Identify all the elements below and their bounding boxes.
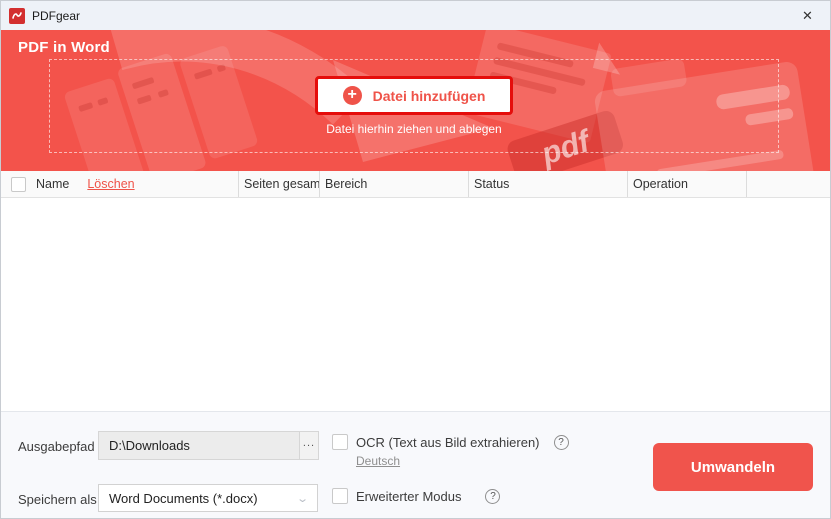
column-empty (746, 171, 830, 197)
output-path-group: ... (98, 431, 319, 460)
convert-button[interactable]: Umwandeln (653, 443, 813, 491)
column-range: Bereich (319, 171, 468, 197)
drop-hint-text: Datei hierhin ziehen und ablegen (326, 122, 502, 136)
save-as-label: Speichern als (18, 492, 97, 507)
app-icon (9, 7, 25, 24)
ocr-help-icon[interactable]: ? (553, 434, 569, 450)
add-file-button[interactable]: + Datei hinzufügen (314, 76, 514, 115)
save-as-value: Word Documents (*.docx) (109, 490, 258, 506)
page-title: PDF in Word (18, 39, 110, 56)
column-name-label: Name (36, 177, 70, 191)
header-banner: pdf PDF in Word + Datei hinzufügen Datei… (1, 30, 830, 171)
ocr-option-row: OCR (Text aus Bild extrahieren) ? (332, 434, 569, 450)
ocr-checkbox[interactable] (332, 434, 348, 450)
column-name: Name Löschen (1, 171, 238, 197)
save-as-dropdown[interactable]: Word Documents (*.docx) ⌄ (98, 484, 318, 512)
plus-icon: + (342, 86, 362, 105)
window-title: PDFgear (32, 8, 81, 23)
column-operation-label: Operation (633, 177, 688, 191)
ocr-language-link[interactable]: Deutsch (356, 454, 400, 468)
advanced-mode-checkbox[interactable] (332, 488, 348, 504)
add-file-button-label: Datei hinzufügen (372, 87, 486, 104)
chevron-down-icon: ⌄ (295, 492, 309, 505)
column-operation: Operation (627, 171, 746, 197)
output-path-label: Ausgabepfad (18, 439, 95, 454)
close-icon[interactable]: ✕ (785, 1, 830, 30)
select-all-checkbox[interactable] (11, 176, 26, 192)
file-table-body (1, 198, 830, 411)
column-pages-total-label: Seiten gesamt (244, 177, 319, 191)
output-path-input[interactable] (98, 431, 299, 460)
column-status-label: Status (474, 177, 510, 191)
options-panel: Ausgabepfad ... OCR (Text aus Bild extra… (1, 411, 830, 518)
ocr-label: OCR (Text aus Bild extrahieren) (356, 434, 540, 450)
file-table-header: Name Löschen Seiten gesamt Bereich Statu… (1, 171, 830, 198)
delete-link[interactable]: Löschen (87, 177, 134, 191)
advanced-help-icon[interactable]: ? (485, 488, 501, 504)
advanced-mode-label: Erweiterter Modus (356, 488, 462, 504)
browse-button[interactable]: ... (299, 431, 319, 460)
column-status: Status (468, 171, 627, 197)
column-range-label: Bereich (325, 177, 368, 191)
file-drop-zone[interactable]: + Datei hinzufügen Datei hierhin ziehen … (49, 59, 779, 153)
pdfgear-window: PDFgear ✕ pdf PDF in Word + Datei hinzuf… (0, 0, 831, 519)
column-pages-total: Seiten gesamt (238, 171, 319, 197)
advanced-mode-row: Erweiterter Modus ? (332, 488, 501, 504)
title-bar[interactable]: PDFgear ✕ (1, 1, 830, 30)
